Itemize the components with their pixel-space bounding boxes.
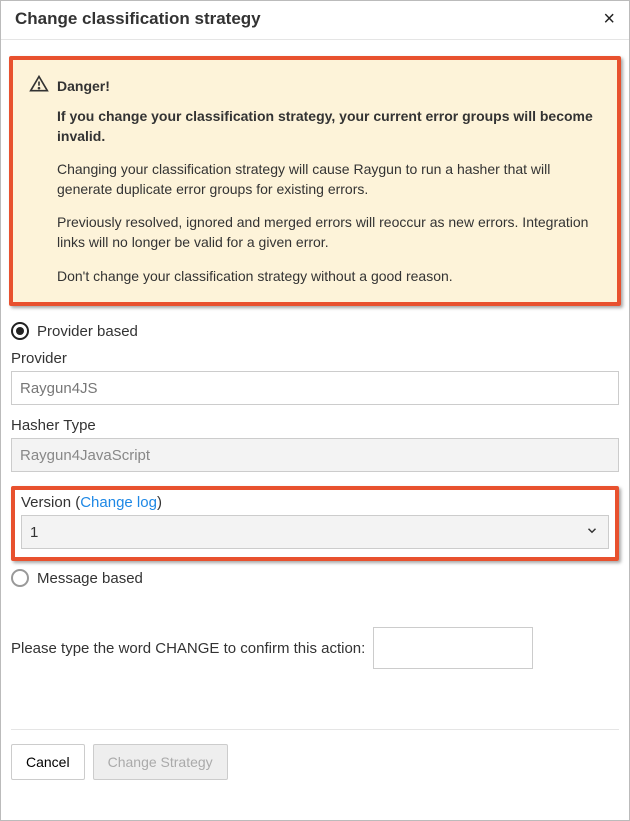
danger-text-2: Previously resolved, ignored and merged … (57, 213, 601, 252)
hasher-type-label: Hasher Type (11, 417, 619, 434)
version-select-wrap: 1 (21, 515, 609, 549)
dialog-header: Change classification strategy × (1, 1, 629, 40)
confirm-input[interactable] (373, 627, 533, 669)
hasher-type-input[interactable] (11, 438, 619, 472)
form-section: Provider based Provider Hasher Type Vers… (9, 318, 621, 800)
change-strategy-button[interactable]: Change Strategy (93, 744, 228, 780)
version-select[interactable]: 1 (21, 515, 609, 549)
change-classification-dialog: Change classification strategy × Danger! (0, 0, 630, 821)
danger-highlight: Danger! If you change your classificatio… (9, 56, 621, 306)
radio-message-based[interactable]: Message based (11, 569, 619, 587)
close-icon: × (603, 8, 615, 30)
radio-message-label: Message based (37, 570, 143, 587)
version-highlight: Version (Change log) 1 (11, 486, 619, 561)
danger-header: Danger! (29, 74, 601, 97)
change-log-link[interactable]: Change log (80, 494, 157, 511)
danger-strong-text: If you change your classification strate… (57, 107, 601, 146)
version-label-suffix: ) (157, 494, 162, 511)
confirm-row: Please type the word CHANGE to confirm t… (11, 627, 619, 669)
close-button[interactable]: × (599, 9, 619, 29)
dialog-footer: Cancel Change Strategy (11, 729, 619, 800)
radio-provider-based[interactable]: Provider based (11, 322, 619, 340)
cancel-button[interactable]: Cancel (11, 744, 85, 780)
provider-label: Provider (11, 350, 619, 367)
radio-selected-icon (11, 322, 29, 340)
confirm-label: Please type the word CHANGE to confirm t… (11, 640, 365, 657)
dialog-body: Danger! If you change your classificatio… (1, 40, 629, 820)
danger-text-1: Changing your classification strategy wi… (57, 160, 601, 199)
danger-text-3: Don't change your classification strateg… (57, 267, 601, 287)
version-label-prefix: Version ( (21, 494, 80, 511)
danger-alert: Danger! If you change your classificatio… (13, 60, 617, 302)
provider-input[interactable] (11, 371, 619, 405)
radio-provider-label: Provider based (37, 323, 138, 340)
warning-icon (29, 74, 49, 97)
version-label: Version (Change log) (21, 494, 609, 511)
radio-unselected-icon (11, 569, 29, 587)
danger-title: Danger! (57, 78, 110, 94)
danger-body: If you change your classification strate… (57, 107, 601, 286)
dialog-title: Change classification strategy (15, 9, 261, 29)
